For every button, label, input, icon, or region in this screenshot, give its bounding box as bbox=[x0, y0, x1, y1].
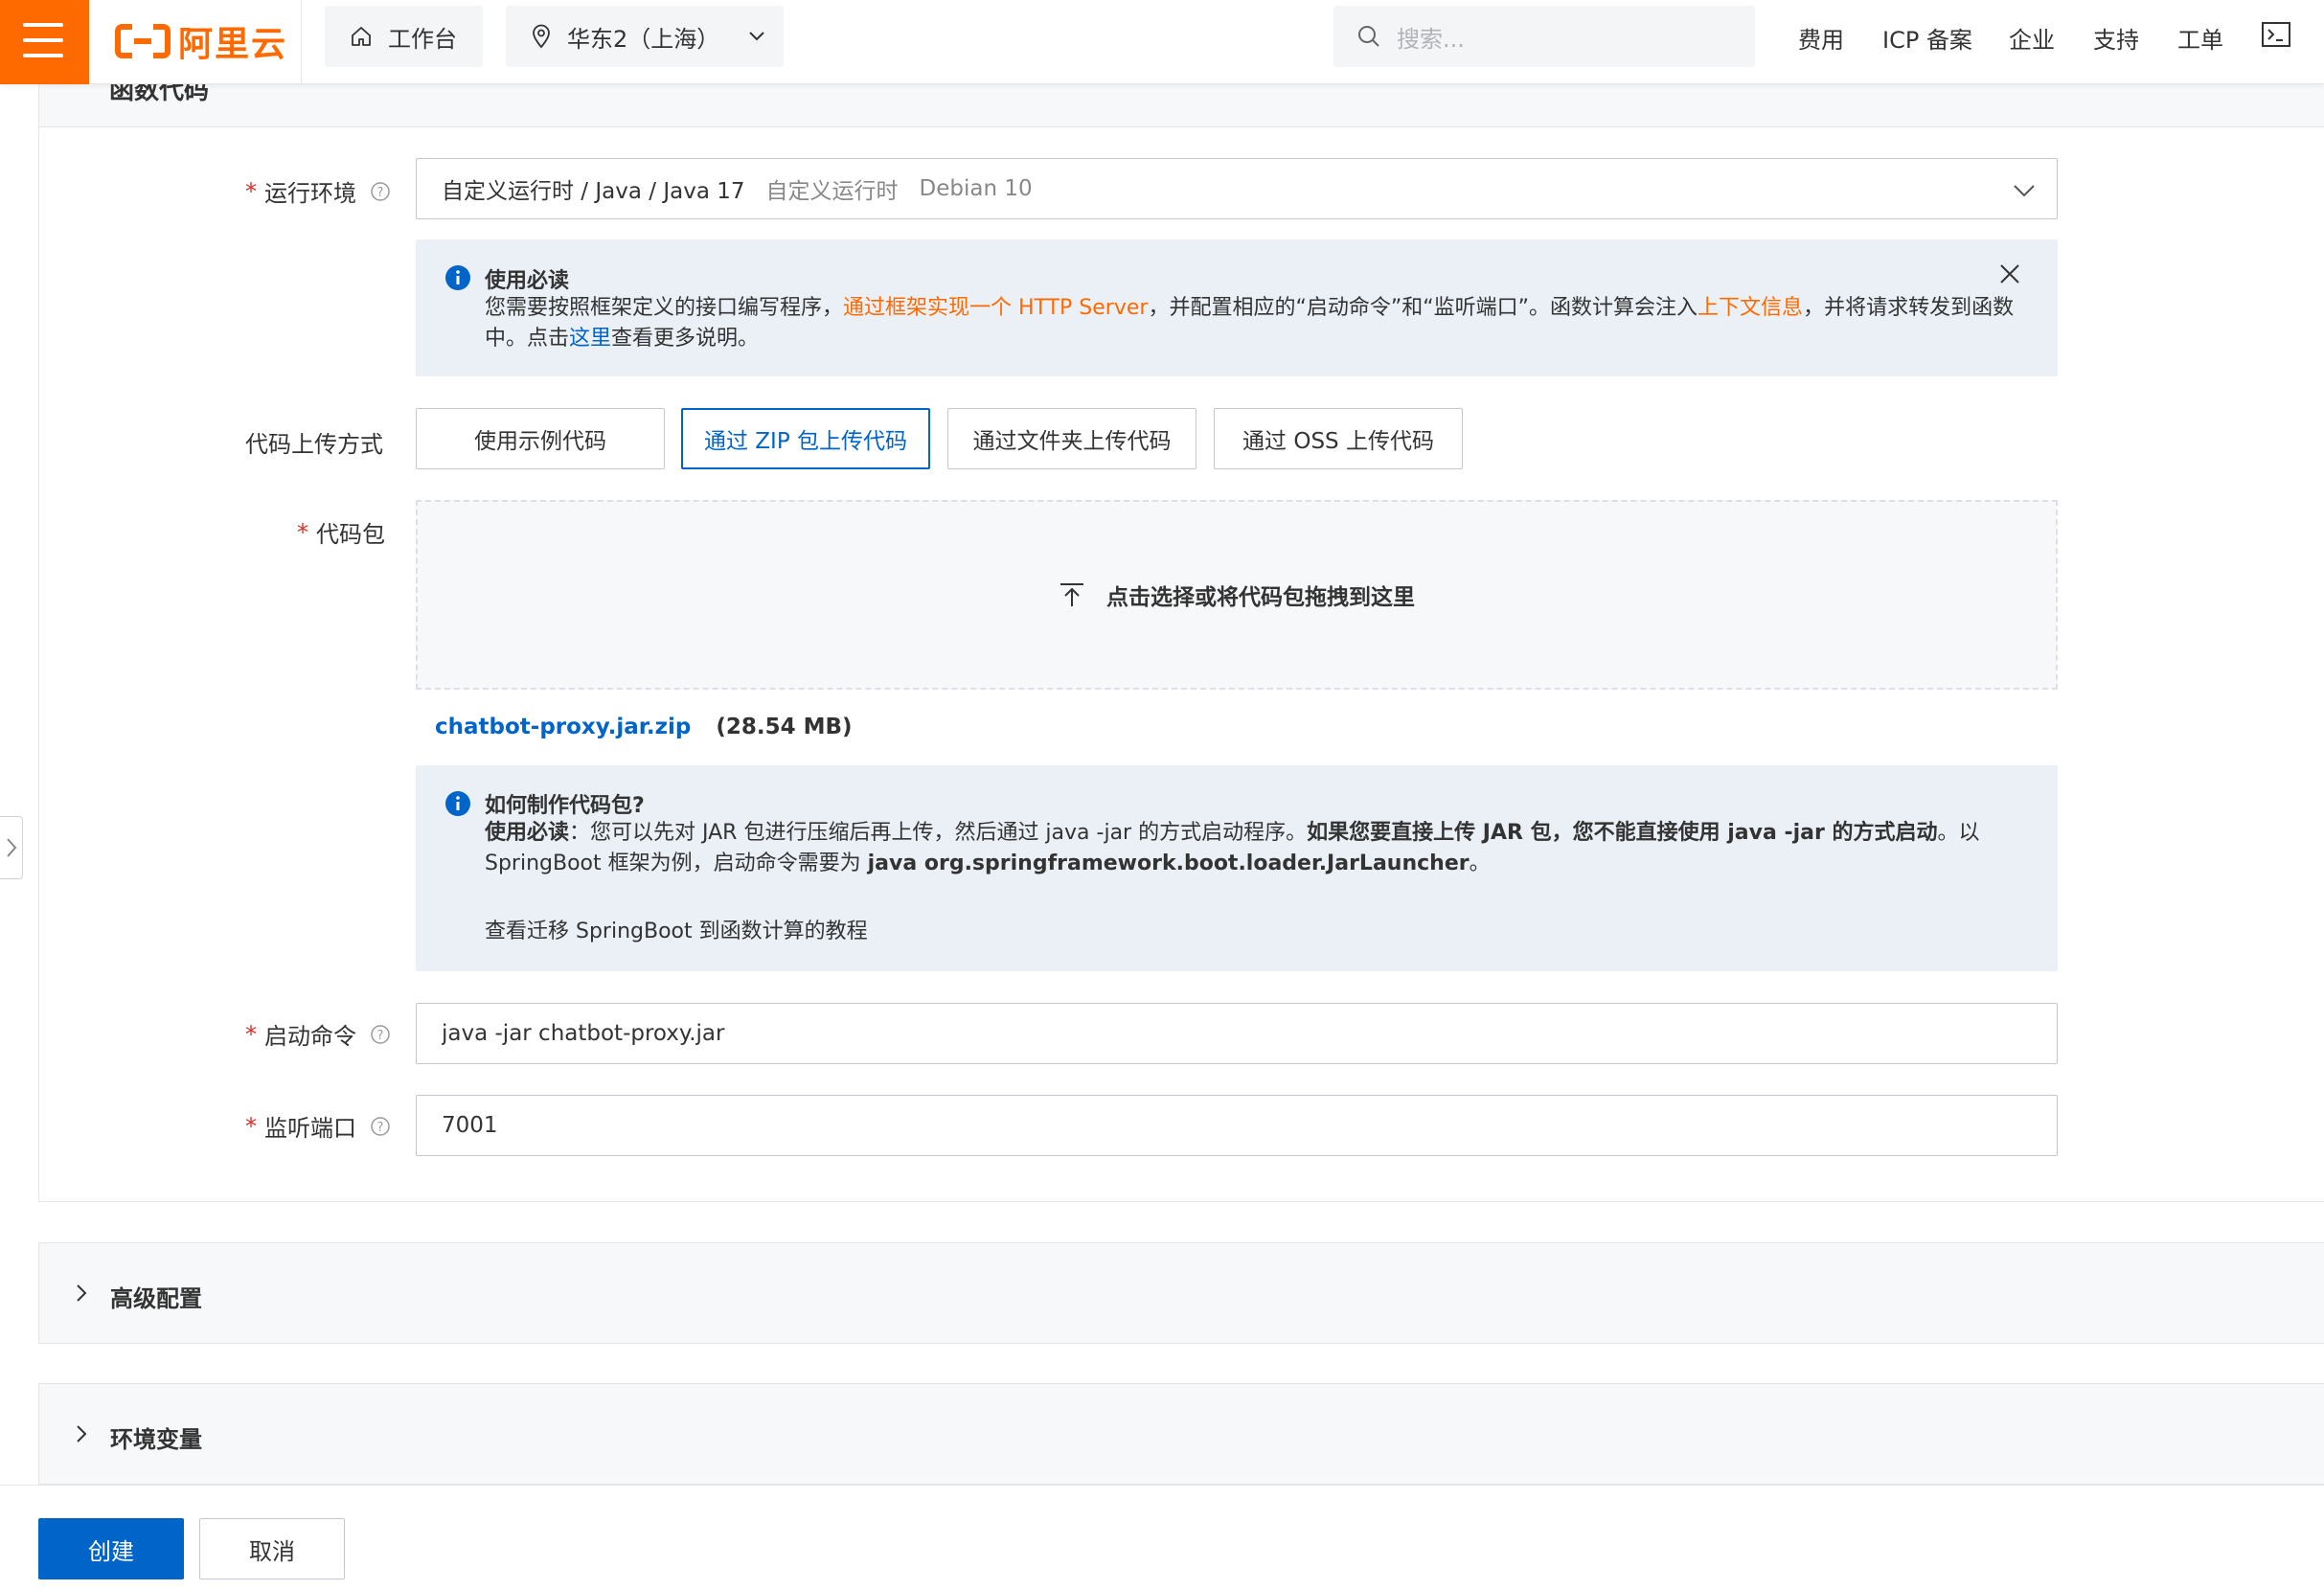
svg-text:?: ? bbox=[377, 186, 384, 200]
create-button[interactable]: 创建 bbox=[38, 1518, 184, 1579]
sidebar-expand-handle[interactable] bbox=[0, 816, 23, 879]
runtime-os: Debian 10 bbox=[919, 176, 1033, 201]
runtime-value: 自定义运行时 / Java / Java 17 bbox=[442, 179, 745, 204]
file-size: (28.54 MB) bbox=[716, 715, 853, 739]
location-pin-icon bbox=[531, 24, 552, 49]
listen-port-label: * 监听端口 ? bbox=[245, 1109, 391, 1143]
brand-name: 阿里云 bbox=[178, 25, 288, 64]
nav-enterprise[interactable]: 企业 bbox=[2009, 21, 2055, 55]
chevron-right-icon bbox=[76, 1424, 87, 1447]
terminal-icon[interactable] bbox=[2261, 21, 2291, 52]
menu-icon[interactable] bbox=[0, 0, 89, 84]
chevron-right-icon bbox=[76, 1283, 87, 1306]
nav-icp[interactable]: ICP 备案 bbox=[1882, 21, 1972, 55]
env-vars-section[interactable]: 环境变量 bbox=[38, 1383, 2324, 1485]
nav-ticket[interactable]: 工单 bbox=[2177, 21, 2223, 55]
top-bar: 阿里云 工作台 华东2（上海） 搜索... 费用 ICP 备案 企业 支持 工单 bbox=[0, 0, 2324, 84]
help-icon[interactable]: ? bbox=[370, 1024, 391, 1045]
workbench-label: 工作台 bbox=[388, 25, 457, 53]
help-icon[interactable]: ? bbox=[370, 181, 391, 202]
info-icon bbox=[444, 264, 471, 295]
runtime-select[interactable]: 自定义运行时 / Java / Java 17 自定义运行时 Debian 10 bbox=[416, 158, 2058, 219]
section-title: 函数代码 bbox=[109, 84, 210, 105]
footer-bar: 创建 取消 bbox=[0, 1485, 2324, 1590]
notice-title: 使用必读 bbox=[485, 269, 570, 293]
listen-port-input[interactable] bbox=[416, 1095, 2058, 1156]
upload-method-label: 代码上传方式 bbox=[245, 431, 383, 458]
search-icon bbox=[1356, 24, 1381, 49]
start-command-input[interactable] bbox=[416, 1003, 2058, 1064]
section-header-function-code: 函数代码 bbox=[38, 84, 2324, 127]
springboot-tutorial-link[interactable]: 查看迁移 SpringBoot 到函数计算的教程 bbox=[485, 917, 2031, 947]
close-icon[interactable] bbox=[1998, 262, 2021, 289]
advanced-config-section[interactable]: 高级配置 bbox=[38, 1242, 2324, 1344]
notice-body: 使用必读：您可以先对 JAR 包进行压缩后再上传，然后通过 java -jar … bbox=[485, 821, 1980, 875]
upload-icon bbox=[1059, 581, 1085, 608]
dropzone-text: 点击选择或将代码包拖拽到这里 bbox=[1106, 585, 1415, 610]
here-link[interactable]: 这里 bbox=[569, 327, 611, 351]
brand-logo[interactable]: 阿里云 bbox=[115, 17, 287, 65]
notice-title: 如何制作代码包? bbox=[485, 794, 645, 818]
start-command-label: * 启动命令 ? bbox=[245, 1017, 391, 1051]
code-package-dropzone[interactable]: 点击选择或将代码包拖拽到这里 bbox=[416, 500, 2058, 690]
code-package-label: * 代码包 bbox=[297, 518, 385, 549]
search-placeholder: 搜索... bbox=[1397, 25, 1465, 53]
svg-text:?: ? bbox=[377, 1029, 384, 1043]
region-selector[interactable]: 华东2（上海） bbox=[506, 6, 784, 67]
http-server-link[interactable]: 通过框架实现一个 HTTP Server bbox=[843, 296, 1148, 320]
region-label: 华东2（上海） bbox=[567, 25, 720, 53]
nav-support[interactable]: 支持 bbox=[2093, 21, 2139, 55]
file-name[interactable]: chatbot-proxy.jar.zip bbox=[435, 715, 691, 739]
home-icon bbox=[350, 25, 373, 48]
info-icon bbox=[444, 790, 471, 821]
workbench-button[interactable]: 工作台 bbox=[325, 6, 483, 67]
svg-text:?: ? bbox=[377, 1121, 384, 1135]
chevron-right-icon bbox=[6, 838, 16, 857]
nav-billing[interactable]: 费用 bbox=[1798, 21, 1844, 55]
header-divider bbox=[301, 0, 302, 84]
section-title: 高级配置 bbox=[110, 1285, 202, 1312]
package-help-notice: 如何制作代码包? 使用必读：您可以先对 JAR 包进行压缩后再上传，然后通过 j… bbox=[416, 765, 2058, 971]
chevron-down-icon bbox=[748, 31, 765, 42]
notice-body: 您需要按照框架定义的接口编写程序，通过框架实现一个 HTTP Server，并配… bbox=[485, 296, 2015, 351]
usage-notice: 使用必读 您需要按照框架定义的接口编写程序，通过框架实现一个 HTTP Serv… bbox=[416, 239, 2058, 376]
cancel-button[interactable]: 取消 bbox=[199, 1518, 345, 1579]
upload-option-zip[interactable]: 通过 ZIP 包上传代码 bbox=[681, 408, 930, 469]
section-title: 环境变量 bbox=[110, 1426, 202, 1453]
help-icon[interactable]: ? bbox=[370, 1116, 391, 1137]
chevron-down-icon bbox=[2013, 178, 2036, 203]
upload-option-sample[interactable]: 使用示例代码 bbox=[416, 408, 665, 469]
uploaded-file: chatbot-proxy.jar.zip (28.54 MB) bbox=[435, 715, 853, 739]
upload-option-folder[interactable]: 通过文件夹上传代码 bbox=[947, 408, 1196, 469]
upload-option-oss[interactable]: 通过 OSS 上传代码 bbox=[1214, 408, 1463, 469]
runtime-sub-type: 自定义运行时 bbox=[765, 179, 899, 204]
search-input[interactable]: 搜索... bbox=[1333, 6, 1755, 67]
aliyun-logo-icon bbox=[115, 24, 171, 58]
runtime-label: * 运行环境 ? bbox=[245, 174, 391, 208]
context-info-link[interactable]: 上下文信息 bbox=[1697, 296, 1803, 320]
